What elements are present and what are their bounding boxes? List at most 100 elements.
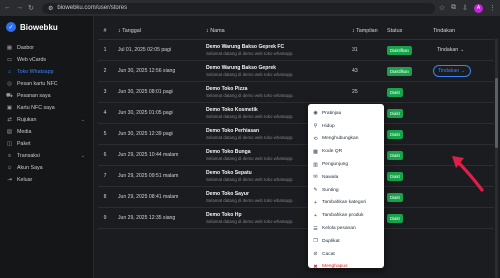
sidebar-item-toko-whatsapp[interactable]: ⌂ Toko Whatsapp	[0, 66, 93, 78]
row-number: 8	[103, 194, 107, 200]
header-views[interactable]: ↕ Tampilan	[342, 28, 387, 34]
download-icon[interactable]: ⇩	[462, 4, 468, 12]
store-name[interactable]: Demo Warung Bakso Geprek	[206, 65, 342, 71]
status-badge: Diakt	[387, 87, 403, 97]
profile-avatar[interactable]: A	[474, 3, 483, 13]
menu-item-hidup[interactable]: ⚲ Hidup	[308, 120, 384, 133]
sidebar-item-web-vcards[interactable]: ▭ Web vCards	[0, 54, 93, 66]
header-date[interactable]: ↕ Tanggal	[112, 28, 202, 34]
dropdown-items: ◉ Pratinjau ⚲ Hidup ⟲ Menghubungkan ▩ Kode QR ▥ P…	[308, 107, 384, 268]
row-date: Jun 29, 2025 12:35 siang	[118, 215, 176, 221]
sidebar-item-pesan-kartu-nfc[interactable]: ◎ Pesan kartu NFC	[0, 78, 93, 90]
row-status-cell: Diaktifkan	[387, 45, 429, 55]
row-views: 43	[352, 68, 358, 74]
menu-item-pengunjung[interactable]: ▥ Pengunjung	[308, 158, 384, 171]
forward-icon[interactable]: →	[16, 4, 23, 12]
scrollbar[interactable]	[495, 38, 498, 278]
edit-icon: ✎	[313, 187, 318, 194]
menu-item-menghubungkan[interactable]: ⟲ Menghubungkan	[308, 133, 384, 146]
brand[interactable]: ✓ Biowebku	[0, 16, 93, 42]
status-badge: Diakt	[387, 171, 403, 181]
scrollbar-thumb[interactable]	[495, 78, 498, 148]
sidebar-item-label: Media	[17, 129, 32, 135]
row-number: 2	[103, 68, 107, 74]
menu-item-menghapus[interactable]: ✖ Menghapus	[308, 261, 384, 268]
row-status-cell: Diakt	[387, 87, 429, 97]
star-icon[interactable]: ☆	[439, 4, 445, 12]
action-dropdown-menu: ◉ Pratinjau ⚲ Hidup ⟲ Menghubungkan ▩ Kode QR ▥ P…	[308, 104, 384, 268]
menu-item-duplikat[interactable]: ❐ Duplikat	[308, 235, 384, 248]
store-name[interactable]: Demo Toko Pizza	[206, 86, 342, 92]
sidebar-item-transaksi[interactable]: ≡ Transaksi ⌄	[0, 150, 93, 162]
chevron-down-icon: ⌄	[460, 47, 465, 53]
table-body: 1 Jul 01, 2025 02:05 pagi Demo Warung Baks…	[98, 40, 494, 229]
sidebar-item-label: Dasbor	[17, 45, 35, 51]
sidebar-item-label: Akun Saya	[17, 165, 43, 171]
sidebar-menu: ▦ Dasbor ▭ Web vCards ⌂ Toko Whatsapp ◎ Pesan k…	[0, 42, 93, 186]
sidebar-item-paket[interactable]: ◫ Paket	[0, 138, 93, 150]
menu-item-label: Nawala	[322, 174, 339, 180]
browser-tools: ☆ ⧉ ⇩ A ⋮	[439, 3, 496, 13]
extensions-icon[interactable]: ⧉	[451, 4, 456, 12]
qr-icon: ▩	[313, 148, 318, 155]
menu-item-label: Kelola pesanan	[322, 226, 356, 232]
menu-item-kelola-pesanan[interactable]: ☰ Kelola pesanan	[308, 222, 384, 235]
sidebar-item-label: Paket	[17, 141, 31, 147]
table-row: 7 Jun 29, 2025 09:51 malam Demo Toko Sepat…	[98, 166, 494, 187]
header-action: Tindakan	[433, 27, 455, 34]
menu-item-label: Hidup	[322, 123, 335, 129]
row-number: 9	[103, 215, 107, 221]
row-action-cell: Tindakan ⌄	[429, 65, 494, 77]
sidebar-item-kartu-nfc-saya[interactable]: ▣ Kartu NFC saya	[0, 102, 93, 114]
menu-item-tambahkan-kategori[interactable]: + Tambahkan kategori	[308, 197, 384, 210]
row-date: Jun 30, 2025 12:39 pagi	[118, 131, 173, 137]
annotation-arrow-icon	[452, 156, 484, 192]
logout-icon: ⇥	[7, 177, 12, 183]
menu-item-label: Pengunjung	[322, 162, 349, 168]
store-name[interactable]: Demo Warung Bakso Geprek FC	[206, 44, 342, 50]
card-icon: ▭	[6, 57, 13, 63]
menu-item-tambahkan-produk[interactable]: + Tambahkan produk	[308, 209, 384, 222]
sidebar-item-dasbor[interactable]: ▦ Dasbor	[0, 42, 93, 54]
sidebar-item-label: Kartu NFC saya	[17, 105, 55, 111]
sidebar-item-pesanan-saya[interactable]: ⛟ Pesanan saya	[0, 90, 93, 102]
sidebar-item-keluar[interactable]: ⇥ Keluar	[0, 174, 93, 186]
row-date: Jun 29, 2025 09:51 malam	[118, 173, 179, 179]
grid-icon: ▦	[6, 45, 13, 51]
action-dropdown-button[interactable]: Tindakan ⌄	[433, 65, 471, 77]
stores-table: # ↕ Tanggal ↕ Nama ↕ Tampilan Status Tin…	[98, 22, 494, 229]
row-name-cell: Demo Warung Bakso Geprek FC Selamat datan…	[202, 44, 342, 56]
menu-item-sunting[interactable]: ✎ Sunting	[308, 184, 384, 197]
header-name[interactable]: ↕ Nama	[202, 28, 342, 34]
address-bar[interactable]: ⚙ biowebku.com/user/stores	[42, 2, 435, 14]
row-views: 25	[352, 89, 358, 95]
status-badge: Diakt	[387, 108, 403, 118]
sidebar-item-media[interactable]: ▨ Media	[0, 126, 93, 138]
back-icon[interactable]: ←	[4, 4, 11, 12]
row-status-cell: Diakt	[387, 213, 429, 223]
header-no: #	[103, 27, 107, 34]
site-info-icon[interactable]: ⚙	[48, 5, 53, 12]
share-icon: ⇄	[7, 117, 12, 123]
table-row: 2 Jun 30, 2025 12:56 siang Demo Warung Bak…	[98, 61, 494, 82]
ban-icon: ⊘	[313, 251, 318, 258]
sidebar-item-rujukan[interactable]: ⇄ Rujukan ⌄	[0, 114, 93, 126]
sidebar-item-label: Pesanan saya	[17, 93, 51, 99]
url-text: biowebku.com/user/stores	[57, 5, 128, 11]
menu-item-cacat[interactable]: ⊘ Cacat	[308, 248, 384, 261]
action-dropdown-button[interactable]: Tindakan ⌄	[433, 45, 469, 55]
row-number: 7	[103, 173, 107, 179]
reload-icon[interactable]: ↻	[28, 4, 34, 12]
menu-item-pratinjau[interactable]: ◉ Pratinjau	[308, 107, 384, 120]
cart-icon: ⛟	[6, 92, 13, 99]
menu-item-kode-qr[interactable]: ▩ Kode QR	[308, 145, 384, 158]
table-row: 5 Jun 30, 2025 12:39 pagi Demo Toko Perhia…	[98, 124, 494, 145]
menu-dots-icon[interactable]: ⋮	[489, 4, 496, 12]
sidebar-item-label: Keluar	[17, 177, 33, 183]
connect-icon: ⟲	[313, 135, 318, 142]
chevron-down-icon: ⌄	[80, 153, 85, 159]
row-name-cell: Demo Warung Bakso Geprek Selamat datang d…	[202, 65, 342, 77]
sidebar-item-akun-saya[interactable]: ☺ Akun Saya	[0, 162, 93, 174]
menu-item-nawala[interactable]: ✉ Nawala	[308, 171, 384, 184]
menu-item-label: Duplikat	[322, 238, 340, 244]
